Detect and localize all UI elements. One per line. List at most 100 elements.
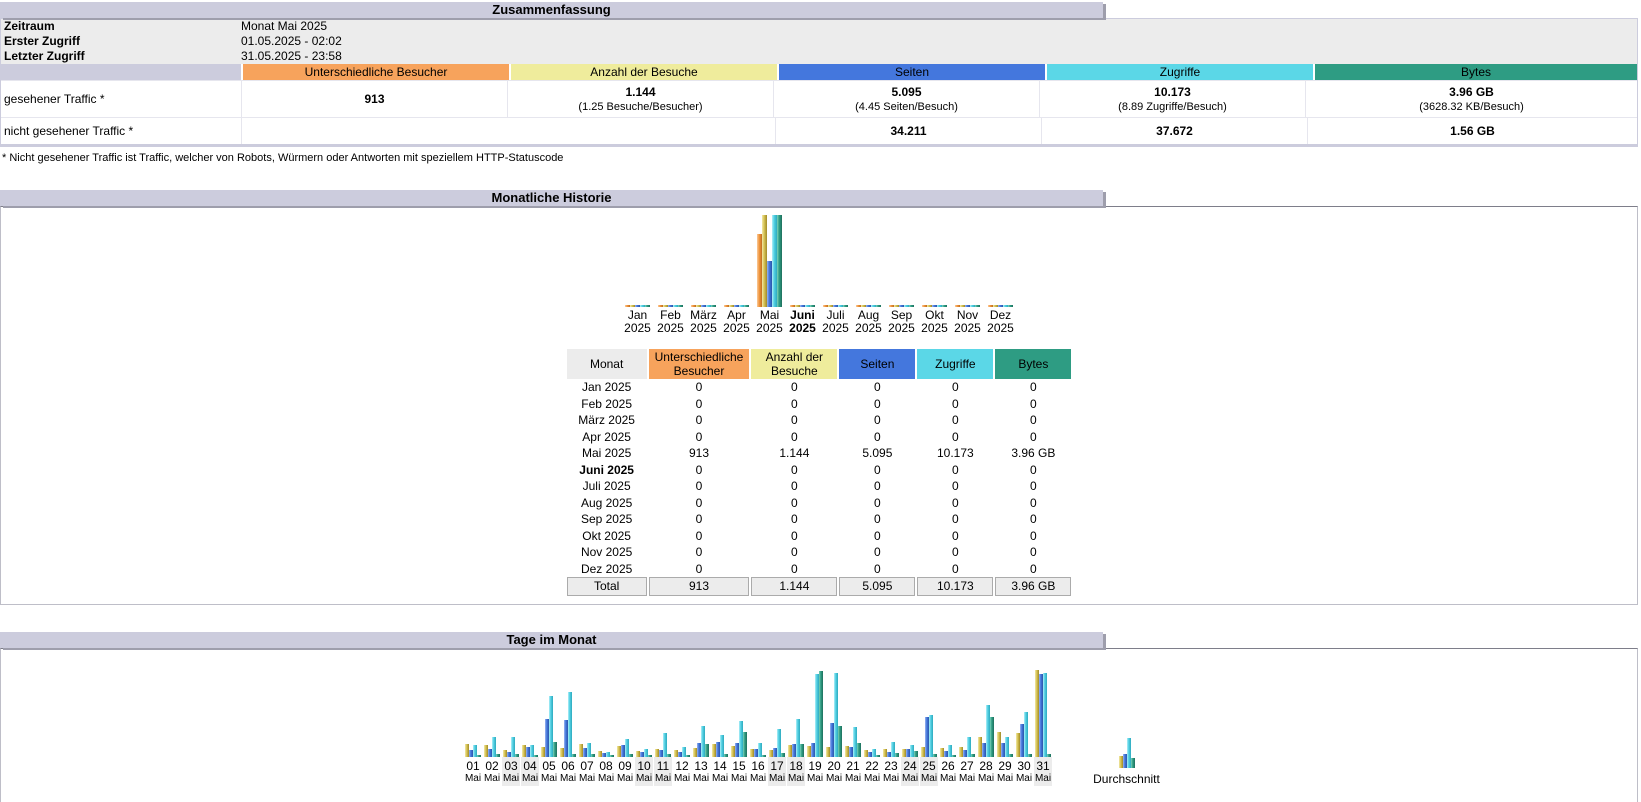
day-number-label: 22 [864, 759, 879, 773]
monthly-row-value: 0 [649, 396, 750, 413]
monthly-row-value: 0 [839, 462, 915, 479]
day-bar-group [750, 665, 766, 757]
seen-main-value: 1.144 [508, 85, 773, 100]
unseen-value-bytes: 1.56 GB [1307, 118, 1637, 144]
seen-main-value: 10.173 [1040, 85, 1305, 100]
day-bar-group [560, 665, 576, 757]
bar-hits [568, 692, 572, 757]
summary-title-text: Zusammenfassung [492, 2, 610, 17]
day-slot: 02Mai [483, 665, 502, 786]
day-label-cell: 09Mai [616, 757, 634, 786]
day-slot: 18Mai [787, 665, 806, 786]
day-month-label: Mai [521, 773, 539, 786]
day-month-label: Mai [882, 773, 900, 786]
day-bar-group [484, 665, 500, 757]
monthly-row-month: Aug 2025 [567, 495, 647, 512]
monthly-table-row: Apr 202500000 [567, 429, 1072, 446]
days-of-month-section: Tage im Monat 01Mai02Mai03Mai04Mai05Mai0… [0, 632, 1641, 802]
day-label-cell: 23Mai [882, 757, 900, 786]
day-bar-group [940, 665, 956, 757]
monthly-row-value: 0 [995, 511, 1071, 528]
day-label-cell: 02Mai [483, 757, 501, 786]
day-label-cell: 12Mai [673, 757, 691, 786]
day-number-label: 15 [731, 759, 746, 773]
month-label: Dez [990, 308, 1011, 322]
day-label-cell: 21Mai [844, 757, 862, 786]
seen-main-value: 3.96 GB [1306, 85, 1637, 100]
day-bar-group [826, 665, 842, 757]
day-month-label: Mai [616, 773, 634, 786]
day-slot: 03Mai [502, 665, 521, 786]
month-label: Nov [957, 308, 978, 322]
day-bar-group [978, 665, 994, 757]
monthly-row-value: 0 [995, 412, 1071, 429]
day-month-label: Mai [597, 773, 615, 786]
average-slot: Durchschnitt [1079, 738, 1175, 786]
monthly-row-value: 0 [995, 561, 1071, 578]
monthly-row-value: 0 [751, 544, 837, 561]
bar-bytes [990, 717, 994, 757]
day-bar-group [902, 665, 918, 757]
day-number-label: 21 [845, 759, 860, 773]
day-month-label: Mai [977, 773, 995, 786]
month-bar-group [790, 215, 815, 307]
monthly-row-value: 0 [917, 412, 993, 429]
day-bar-group [636, 665, 652, 757]
monthly-history-section: Monatliche Historie Jan2025Feb2025März20… [0, 190, 1641, 605]
monthly-row-value: 0 [649, 511, 750, 528]
monthly-row-value: 10.173 [917, 445, 993, 462]
monthly-row-value: 0 [649, 528, 750, 545]
day-label-cell: 24Mai [901, 757, 919, 786]
monthly-row-value: 0 [839, 495, 915, 512]
monthly-row-value: 0 [649, 561, 750, 578]
monthly-table-row: Jan 202500000 [567, 379, 1072, 396]
month-slot: März2025 [687, 215, 720, 335]
bar-hits [1024, 712, 1028, 757]
month-label: Feb [660, 308, 681, 322]
monthly-row-month: Feb 2025 [567, 396, 647, 413]
day-bar-group [503, 665, 519, 757]
monthly-row-value: 0 [917, 511, 993, 528]
monthly-row-value: 0 [649, 478, 750, 495]
day-month-label: Mai [768, 773, 786, 786]
bar-hits [1043, 673, 1047, 757]
last-access-label: Letzter Zugriff [1, 49, 241, 64]
monthly-table-header-visitors: Unterschiedliche Besucher [649, 349, 750, 379]
day-slot: 08Mai [597, 665, 616, 786]
period-label: Zeitraum [1, 19, 241, 34]
bar-bytes [838, 726, 842, 757]
month-year-label: 2025 [921, 322, 948, 335]
monthly-total-row: Total9131.1445.09510.1733.96 GB [567, 577, 1072, 596]
month-label: Apr [727, 308, 746, 322]
day-number-label: 10 [636, 759, 651, 773]
day-month-label: Mai [578, 773, 596, 786]
monthly-row-value: 0 [751, 511, 837, 528]
month-slot: Mai2025 [753, 215, 786, 335]
month-year-label: 2025 [723, 322, 750, 335]
day-month-label: Mai [559, 773, 577, 786]
days-of-month-box: 01Mai02Mai03Mai04Mai05Mai06Mai07Mai08Mai… [0, 648, 1638, 802]
summary-header-corner [1, 64, 241, 80]
monthly-table-header-hits: Zugriffe [917, 349, 993, 379]
day-number-label: 01 [465, 759, 480, 773]
month-year-label: 2025 [822, 322, 849, 335]
monthly-row-month: Sep 2025 [567, 511, 647, 528]
month-label: Juni [790, 308, 815, 322]
month-year-label: 2025 [789, 322, 816, 335]
monthly-total-value: 3.96 GB [995, 577, 1071, 596]
seen-traffic-row: gesehener Traffic * 9131.144(1.25 Besuch… [1, 80, 1637, 117]
day-label-cell: 30Mai [1015, 757, 1033, 786]
monthly-row-month: Juli 2025 [567, 478, 647, 495]
seen-value-bytes: 3.96 GB(3628.32 KB/Besuch) [1305, 81, 1637, 117]
bar-bytes [843, 305, 848, 307]
monthly-table-header-month: Monat [567, 349, 647, 379]
monthly-row-value: 0 [995, 478, 1071, 495]
day-label-cell: 04Mai [521, 757, 539, 786]
monthly-total-value: 10.173 [917, 577, 993, 596]
month-year-label: 2025 [855, 322, 882, 335]
month-bar-group [856, 215, 881, 307]
day-number-label: 28 [978, 759, 993, 773]
month-label: Mai [760, 308, 779, 322]
day-slot: 15Mai [730, 665, 749, 786]
day-month-label: Mai [901, 773, 919, 786]
